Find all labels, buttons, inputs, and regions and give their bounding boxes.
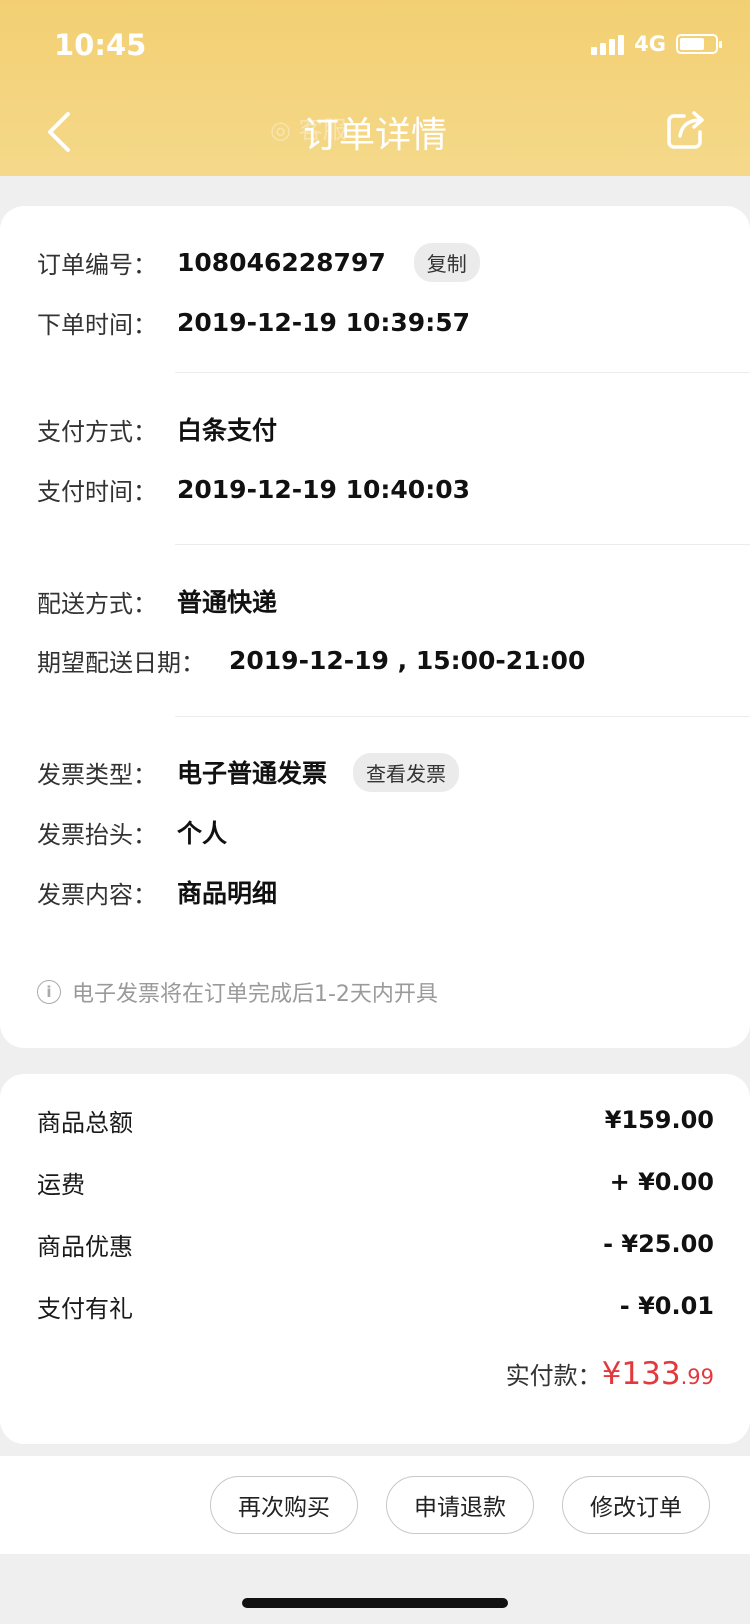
payment-time-label: 支付时间： [37,477,157,506]
delivery-date: 2019-12-19 , 15:00-21:00 [229,645,586,675]
rebuy-button[interactable]: 再次购买 [210,1476,358,1534]
view-invoice-button[interactable]: 查看发票 [353,752,460,792]
delivery-method-row: 配送方式： 普通快递 [37,581,277,621]
summary-value: + ¥0.00 [609,1168,714,1196]
invoice-title-label: 发票抬头： [37,820,157,849]
order-number-row: 订单编号： 108046228797 复制 [37,242,480,282]
summary-row: 商品优惠 - ¥25.00 [37,1224,714,1264]
summary-label: 商品总额 [37,1108,133,1137]
summary-label: 支付有礼 [37,1294,133,1323]
copy-button[interactable]: 复制 [413,242,480,282]
invoice-note-text: 电子发票将在订单完成后1-2天内开具 [72,982,438,1007]
status-time: 10:45 [54,28,147,62]
divider [175,372,750,373]
payment-time-row: 支付时间： 2019-12-19 10:40:03 [37,469,470,509]
summary-row: 运费 + ¥0.00 [37,1162,714,1202]
payment-method: 白条支付 [177,416,278,445]
network-type: 4G [634,32,666,56]
delivery-method-label: 配送方式： [37,589,157,618]
amount-paid-decimal: .99 [680,1365,714,1389]
info-icon: i [37,980,61,1004]
invoice-type-row: 发票类型： 电子普通发票 查看发票 [37,752,460,792]
amount-paid-integer: ¥133 [601,1356,681,1392]
invoice-note: i 电子发票将在订单完成后1-2天内开具 [37,976,438,1008]
amount-paid-label: 实付款： [505,1362,602,1390]
summary-label: 运费 [37,1170,85,1199]
summary-value: - ¥25.00 [603,1230,714,1258]
invoice-type-label: 发票类型： [37,760,157,789]
invoice-content: 商品明细 [177,879,278,908]
summary-label: 商品优惠 [37,1232,133,1261]
summary-row: 支付有礼 - ¥0.01 [37,1286,714,1326]
payment-time: 2019-12-19 10:40:03 [177,474,470,504]
action-bar: 再次购买 申请退款 修改订单 [0,1456,750,1554]
order-number-label: 订单编号： [37,250,157,279]
order-info-card: 订单编号： 108046228797 复制 下单时间： 2019-12-19 1… [0,206,750,1048]
invoice-type: 电子普通发票 [177,759,328,788]
order-number: 108046228797 [177,247,386,277]
delivery-date-label: 期望配送日期： [37,648,205,677]
signal-icon [591,33,625,55]
divider [175,544,750,545]
order-time-label: 下单时间： [37,310,157,339]
refund-button[interactable]: 申请退款 [386,1476,534,1534]
payment-method-label: 支付方式： [37,417,157,446]
summary-value: ¥159.00 [604,1106,714,1134]
status-indicators: 4G [591,32,722,56]
order-time: 2019-12-19 10:39:57 [177,307,470,337]
invoice-content-label: 发票内容： [37,880,157,909]
battery-icon [676,34,722,54]
share-icon[interactable] [664,108,708,152]
modify-order-button[interactable]: 修改订单 [562,1476,710,1534]
delivery-date-row: 期望配送日期： 2019-12-19 , 15:00-21:00 [37,640,585,680]
summary-row: 商品总额 ¥159.00 [37,1100,714,1140]
amount-paid: 实付款： ¥133 .99 [506,1356,714,1392]
payment-method-row: 支付方式： 白条支付 [37,409,277,449]
order-time-row: 下单时间： 2019-12-19 10:39:57 [37,302,470,342]
divider [175,716,750,717]
invoice-title-row: 发票抬头： 个人 [37,812,227,852]
invoice-title: 个人 [177,819,228,848]
invoice-content-row: 发票内容： 商品明细 [37,872,277,912]
home-indicator[interactable] [242,1598,508,1608]
app-header: 10:45 4G ◎ 客服 订单详情 [0,0,750,176]
price-summary-card: 商品总额 ¥159.00 运费 + ¥0.00 商品优惠 - ¥25.00 支付… [0,1074,750,1444]
page-title: 订单详情 [302,115,447,156]
summary-value: - ¥0.01 [619,1292,714,1320]
delivery-method: 普通快递 [177,588,278,617]
